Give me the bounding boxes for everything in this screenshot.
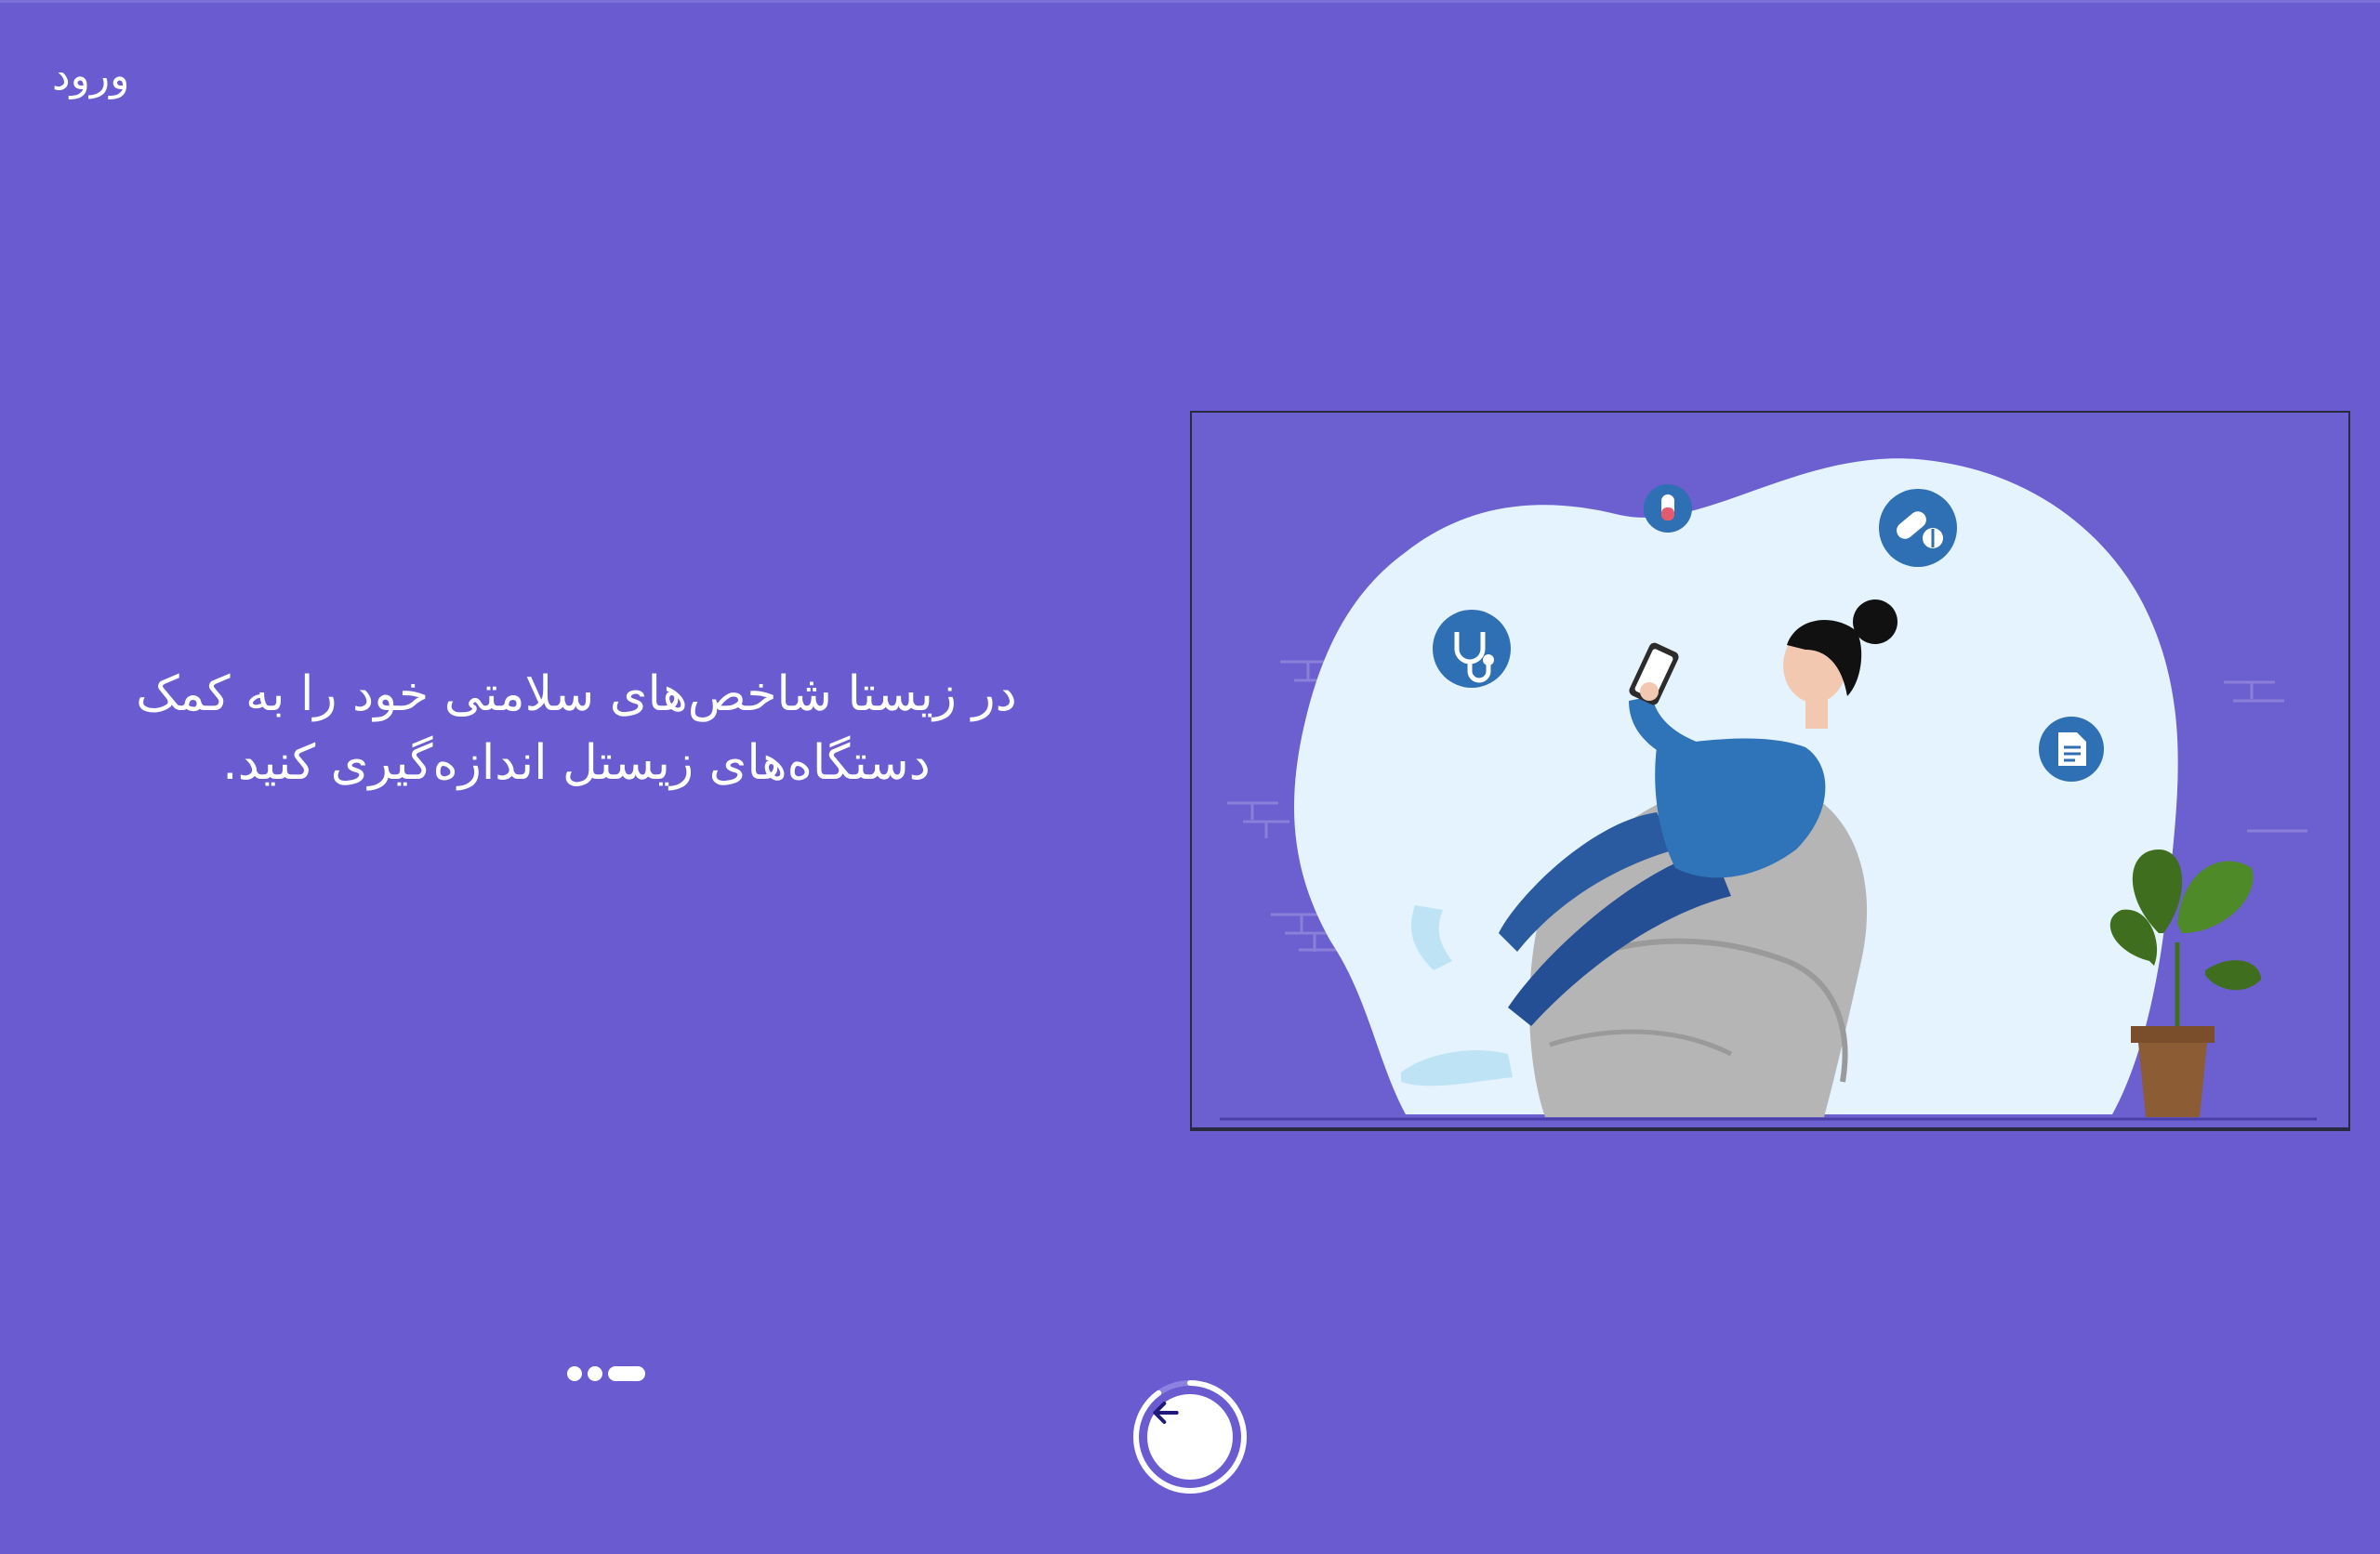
next-button[interactable]	[1130, 1377, 1250, 1496]
stethoscope-icon	[1433, 610, 1511, 688]
status-strip	[0, 0, 2380, 3]
arrow-left-icon	[1153, 1402, 1179, 1424]
page-dot	[588, 1366, 602, 1381]
test-tube-icon	[1644, 484, 1692, 533]
document-icon	[2039, 717, 2104, 782]
description-line-2: دستگاه‌های زیستل اندازه‌گیری کنید.	[222, 735, 931, 791]
next-button-inner[interactable]	[1147, 1394, 1233, 1480]
login-link[interactable]: ورود	[52, 48, 129, 104]
description-line-1: در زیستا شاخص‌های سلامتی خود را به کمک	[136, 666, 1017, 722]
pagination-dots	[567, 1364, 660, 1383]
onboarding-description: در زیستا شاخص‌های سلامتی خود را به کمک د…	[112, 660, 1041, 797]
onboarding-illustration	[1190, 411, 2350, 1131]
page-dot	[567, 1366, 582, 1381]
pill-icon	[1879, 489, 1957, 567]
page-dot-active	[608, 1366, 645, 1381]
